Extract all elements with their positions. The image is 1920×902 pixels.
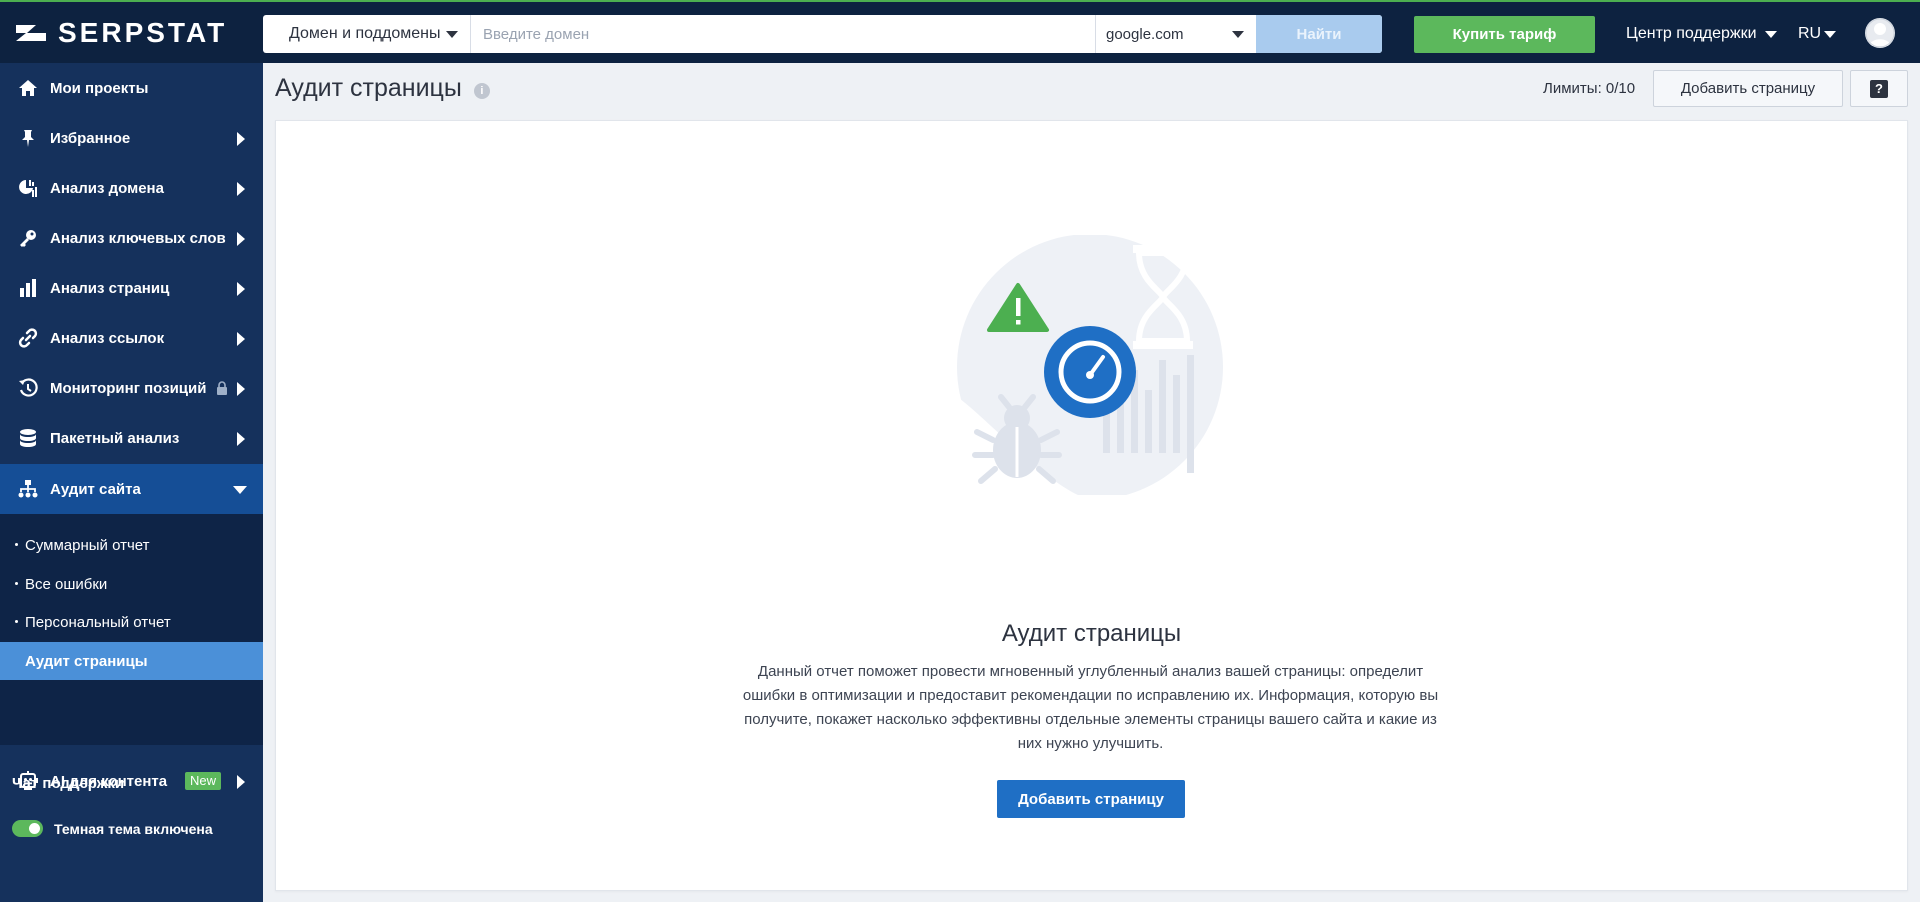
speedometer-icon — [1044, 326, 1136, 418]
help-button[interactable]: ? — [1850, 70, 1908, 107]
sidebar-item-label: Мониторинг позиций — [50, 379, 207, 397]
sidebar-item-page-analysis[interactable]: Анализ страниц — [0, 263, 263, 313]
chevron-right-icon — [237, 332, 245, 346]
sidebar-item-keyword-analysis[interactable]: Анализ ключевых слов — [0, 213, 263, 263]
bar-chart-icon — [20, 279, 36, 297]
support-center-menu[interactable]: Центр поддержки — [1626, 22, 1777, 46]
language-value: RU — [1798, 25, 1822, 42]
chevron-down-icon — [1232, 30, 1244, 38]
sidebar-item-site-audit[interactable]: Аудит сайта — [0, 464, 263, 514]
search-bar: Домен и поддомены google.com Найти — [263, 15, 1382, 53]
submenu-item-all-errors[interactable]: Все ошибки — [0, 565, 263, 603]
submenu-item-label: Суммарный отчет — [25, 536, 150, 554]
dark-theme-toggle[interactable]: Темная тема включена — [12, 820, 213, 837]
sidebar-item-label: Избранное — [50, 129, 131, 147]
chevron-right-icon — [237, 282, 245, 296]
toggle-knob — [29, 823, 40, 834]
buy-plan-button[interactable]: Купить тариф — [1414, 16, 1595, 53]
sidebar-item-label: Аудит сайта — [50, 480, 141, 498]
empty-state-title: Аудит страницы — [1001, 620, 1182, 647]
chevron-down-icon — [446, 30, 458, 38]
sidebar-item-label: Пакетный анализ — [50, 429, 180, 447]
serpstat-logo-icon — [16, 25, 46, 41]
search-engine-select[interactable]: google.com — [1095, 15, 1256, 53]
chevron-right-icon — [237, 232, 245, 246]
toggle-switch[interactable] — [12, 820, 43, 837]
language-select[interactable]: RU — [1798, 22, 1837, 46]
top-bar: SERPSTAT Домен и поддомены google.com На… — [0, 0, 1920, 63]
domain-analysis-icon — [19, 180, 37, 197]
sidebar-item-label: Анализ ключевых слов — [50, 229, 226, 247]
bullet-icon — [15, 620, 18, 623]
page-audit-illustration — [955, 235, 1223, 495]
sidebar-item-batch-analysis[interactable]: Пакетный анализ — [0, 413, 263, 463]
chevron-right-icon — [237, 382, 245, 396]
find-button[interactable]: Найти — [1256, 15, 1382, 53]
sidebar-item-label: Мои проекты — [50, 79, 149, 97]
sidebar-item-label: Анализ ссылок — [50, 329, 165, 347]
chevron-right-icon — [237, 132, 245, 146]
sitemap-icon — [18, 480, 38, 498]
domain-input[interactable] — [471, 15, 1095, 53]
link-icon — [18, 328, 38, 348]
chevron-right-icon — [237, 432, 245, 446]
dark-theme-label: Темная тема включена — [54, 820, 213, 837]
chevron-right-icon — [237, 775, 245, 789]
sidebar-item-favorites[interactable]: Избранное — [0, 113, 263, 163]
sidebar-item-my-projects[interactable]: Мои проекты — [0, 63, 263, 113]
support-center-label: Центр поддержки — [1626, 25, 1757, 42]
submenu-item-page-audit[interactable]: Аудит страницы — [0, 642, 263, 680]
submenu-item-label: Аудит страницы — [25, 652, 148, 670]
sidebar-item-domain-analysis[interactable]: Анализ домена — [0, 163, 263, 213]
submenu-item-label: Персональный отчет — [25, 613, 171, 631]
chat-support-link[interactable]: Чат поддержки — [12, 775, 124, 792]
search-engine-value: google.com — [1106, 25, 1184, 43]
bullet-icon — [15, 582, 18, 585]
page-title: Аудит страницы i — [275, 74, 490, 103]
help-icon: ? — [1870, 79, 1888, 98]
key-icon — [20, 230, 36, 247]
submenu-item-personal-report[interactable]: Персональный отчет — [0, 603, 263, 641]
sidebar-item-label: Анализ домена — [50, 179, 164, 197]
page-title-text: Аудит страницы — [275, 74, 462, 102]
chevron-down-icon — [1824, 30, 1837, 38]
home-icon — [19, 80, 37, 96]
user-avatar-icon[interactable] — [1865, 18, 1895, 48]
limits-counter: Лимиты: 0/10 — [1543, 80, 1636, 97]
sidebar-item-rank-tracking[interactable]: Мониторинг позиций — [0, 363, 263, 413]
serpstat-logo[interactable]: SERPSTAT — [14, 17, 228, 48]
bullet-icon — [15, 543, 18, 546]
sidebar-item-link-analysis[interactable]: Анализ ссылок — [0, 313, 263, 363]
scope-select[interactable]: Домен и поддомены — [263, 15, 471, 53]
pin-icon — [22, 130, 34, 147]
scope-select-value: Домен и поддомены — [289, 25, 441, 42]
site-audit-submenu: Суммарный отчет Все ошибки Персональный … — [0, 514, 263, 745]
lock-icon — [217, 381, 227, 395]
brand-name: SERPSTAT — [58, 17, 228, 48]
database-icon — [20, 429, 36, 447]
submenu-item-label: Все ошибки — [25, 575, 108, 593]
empty-state-description: Данный отчет поможет провести мгновенный… — [742, 663, 1439, 752]
history-icon — [19, 378, 38, 397]
sidebar: Мои проекты Избранное Анализ домена Анал… — [0, 63, 263, 902]
chevron-down-icon — [233, 486, 247, 494]
submenu-item-summary-report[interactable]: Суммарный отчет — [0, 526, 263, 564]
chevron-right-icon — [237, 182, 245, 196]
add-page-button[interactable]: Добавить страницу — [997, 780, 1185, 818]
chevron-down-icon — [1764, 30, 1777, 38]
info-icon[interactable]: i — [473, 82, 490, 99]
sidebar-item-label: Анализ страниц — [50, 279, 170, 297]
new-badge: New — [185, 772, 222, 790]
add-page-button-header[interactable]: Добавить страницу — [1653, 70, 1843, 107]
